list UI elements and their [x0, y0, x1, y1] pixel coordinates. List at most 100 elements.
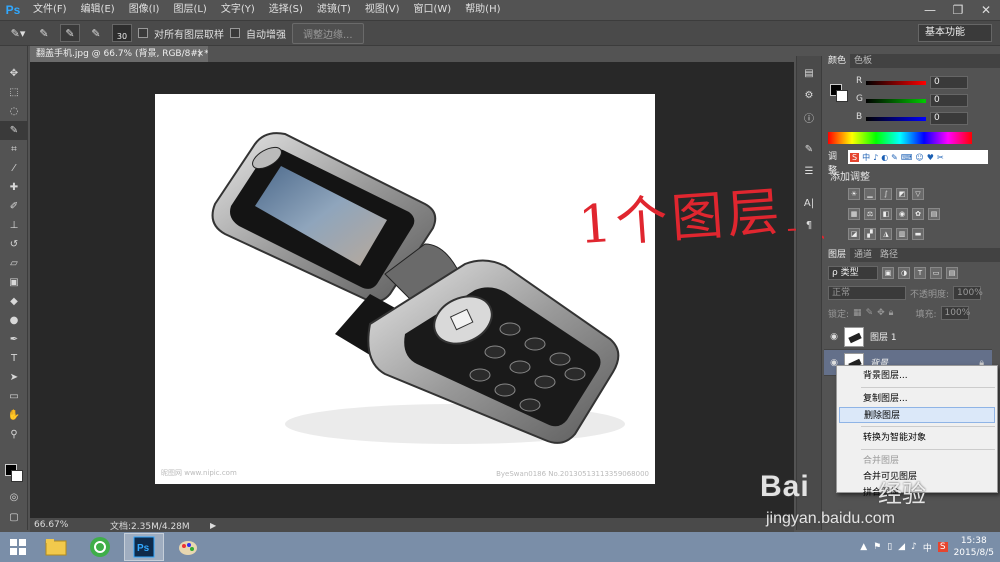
menu-item-delete-layer[interactable]: 删除图层: [839, 407, 995, 423]
lock-all-icon[interactable]: 🔒︎: [889, 308, 894, 318]
gradient-map-icon[interactable]: ▬: [912, 228, 924, 240]
sample-all-layers-checkbox[interactable]: [138, 28, 148, 38]
start-button[interactable]: [0, 532, 36, 562]
sogou-emoji-icon[interactable]: ☺: [915, 153, 923, 162]
menu-edit[interactable]: 编辑(E): [74, 0, 122, 20]
channel-mixer-icon[interactable]: ✿: [912, 208, 924, 220]
fill-input[interactable]: 100%: [940, 306, 970, 320]
red-slider[interactable]: [866, 81, 926, 85]
selective-color-icon[interactable]: ▥: [896, 228, 908, 240]
quick-selection-tool-icon[interactable]: ✎: [0, 121, 28, 140]
sogou-keyboard-icon[interactable]: ⌨: [901, 153, 913, 162]
visibility-eye-icon[interactable]: ◉: [824, 332, 844, 342]
sogou-pen-icon[interactable]: ✎: [891, 153, 898, 162]
healing-brush-tool-icon[interactable]: ✚: [0, 178, 28, 197]
character-panel-icon[interactable]: A|: [797, 192, 821, 214]
lock-transparent-icon[interactable]: ▦: [853, 308, 862, 318]
filter-pixel-icon[interactable]: ▣: [882, 267, 894, 279]
curves-icon[interactable]: ∫: [880, 188, 892, 200]
taskbar-photoshop[interactable]: Ps: [124, 533, 164, 561]
hue-saturation-icon[interactable]: ▦: [848, 208, 860, 220]
tray-network-icon[interactable]: ◢: [898, 542, 905, 552]
subtract-from-selection-icon[interactable]: ✎: [86, 24, 106, 42]
filter-type-icon[interactable]: T: [914, 267, 926, 279]
move-tool-icon[interactable]: ✥: [0, 64, 28, 83]
hand-tool-icon[interactable]: ✋: [0, 406, 28, 425]
brush-presets-panel-icon[interactable]: ☰: [797, 160, 821, 182]
history-brush-tool-icon[interactable]: ↺: [0, 235, 28, 254]
brightness-contrast-icon[interactable]: ☀: [848, 188, 860, 200]
document-image[interactable]: 昵图网 www.nipic.com ByeSwan0186 No.2013051…: [155, 94, 655, 484]
tab-paths[interactable]: 路径: [876, 248, 902, 262]
brush-tool-icon[interactable]: ✐: [0, 197, 28, 216]
color-spectrum[interactable]: [828, 132, 972, 144]
type-tool-icon[interactable]: T: [0, 349, 28, 368]
tab-layers[interactable]: 图层: [824, 248, 851, 262]
tab-color[interactable]: 颜色: [824, 54, 851, 68]
quick-mask-icon[interactable]: ◎: [0, 488, 28, 507]
add-to-selection-icon[interactable]: ✎: [60, 24, 80, 42]
auto-enhance-checkbox[interactable]: [230, 28, 240, 38]
opacity-input[interactable]: 100%: [953, 286, 983, 300]
filter-shape-icon[interactable]: ▭: [930, 267, 942, 279]
sogou-music-icon[interactable]: ♪: [873, 153, 878, 162]
info-panel-icon[interactable]: ⓘ: [797, 106, 821, 128]
tab-adjustments[interactable]: 调整: [824, 150, 848, 176]
crop-tool-icon[interactable]: ⌗: [0, 140, 28, 159]
sogou-chinese-mode[interactable]: 中: [862, 152, 870, 163]
zoom-tool-icon[interactable]: ⚲: [0, 425, 28, 444]
document-tab[interactable]: 翻盖手机.jpg @ 66.7% (背景, RGB/8#) * ×: [30, 46, 208, 62]
menu-type[interactable]: 文字(Y): [214, 0, 262, 20]
dodge-tool-icon[interactable]: ●: [0, 311, 28, 330]
blur-tool-icon[interactable]: ◆: [0, 292, 28, 311]
tray-flag-icon[interactable]: ⚑: [873, 542, 881, 552]
blue-value-input[interactable]: 0: [930, 112, 968, 125]
eraser-tool-icon[interactable]: ▱: [0, 254, 28, 273]
pen-tool-icon[interactable]: ✒: [0, 330, 28, 349]
tray-sogou-icon[interactable]: S: [937, 542, 948, 552]
taskbar-file-explorer[interactable]: [36, 533, 76, 561]
menu-window[interactable]: 窗口(W): [406, 0, 458, 20]
marquee-tool-icon[interactable]: ⬚: [0, 83, 28, 102]
tray-show-hidden-icon[interactable]: ▲: [860, 542, 867, 552]
background-color-swatch[interactable]: [11, 470, 23, 482]
sogou-skin-icon[interactable]: ♥: [927, 153, 934, 162]
new-selection-icon[interactable]: ✎: [34, 24, 54, 42]
exposure-icon[interactable]: ◩: [896, 188, 908, 200]
tray-battery-icon[interactable]: ▯: [887, 542, 892, 552]
menu-file[interactable]: 文件(F): [26, 0, 74, 20]
tray-ime-icon[interactable]: 中: [923, 541, 932, 554]
brush-size-picker[interactable]: 30: [112, 24, 132, 42]
menu-item-duplicate-layer[interactable]: 复制图层...: [837, 391, 997, 407]
clone-stamp-tool-icon[interactable]: ⊥: [0, 216, 28, 235]
menu-select[interactable]: 选择(S): [262, 0, 310, 20]
zoom-level[interactable]: 66.67%: [30, 520, 70, 530]
screen-mode-icon[interactable]: ▢: [0, 508, 28, 527]
color-balance-icon[interactable]: ⚖: [864, 208, 876, 220]
workspace-select[interactable]: 基本功能: [918, 24, 992, 42]
blue-slider[interactable]: [866, 117, 926, 121]
tab-channels[interactable]: 通道: [850, 248, 876, 262]
paragraph-panel-icon[interactable]: ¶: [797, 214, 821, 236]
levels-icon[interactable]: ▁: [864, 188, 876, 200]
sogou-input-toolbar[interactable]: S 中 ♪ ◐ ✎ ⌨ ☺ ♥ ✂: [848, 150, 988, 164]
properties-panel-icon[interactable]: ⚙: [797, 84, 821, 106]
close-button[interactable]: ✕: [972, 0, 1000, 20]
lasso-tool-icon[interactable]: ◌: [0, 102, 28, 121]
sogou-tools-icon[interactable]: ✂: [937, 153, 944, 162]
gradient-tool-icon[interactable]: ▣: [0, 273, 28, 292]
filter-smart-object-icon[interactable]: ▤: [946, 267, 958, 279]
blend-mode-select[interactable]: 正常: [828, 286, 906, 300]
layer-filter-select[interactable]: ρ 类型: [828, 266, 878, 280]
red-value-input[interactable]: 0: [930, 76, 968, 89]
posterize-icon[interactable]: ▞: [864, 228, 876, 240]
photo-filter-icon[interactable]: ◉: [896, 208, 908, 220]
quick-selection-preset-icon[interactable]: ✎▾: [8, 24, 28, 42]
black-white-icon[interactable]: ◧: [880, 208, 892, 220]
menu-item-background-layer[interactable]: 背景图层...: [837, 368, 997, 384]
tab-swatches[interactable]: 色板: [850, 54, 876, 68]
restore-button[interactable]: ❐: [944, 0, 972, 20]
document-tab-close-icon[interactable]: ×: [196, 46, 204, 62]
layer-row-layer1[interactable]: ◉ 图层 1: [824, 324, 992, 350]
taskbar-clock[interactable]: 15:38 2015/8/5: [954, 535, 994, 559]
